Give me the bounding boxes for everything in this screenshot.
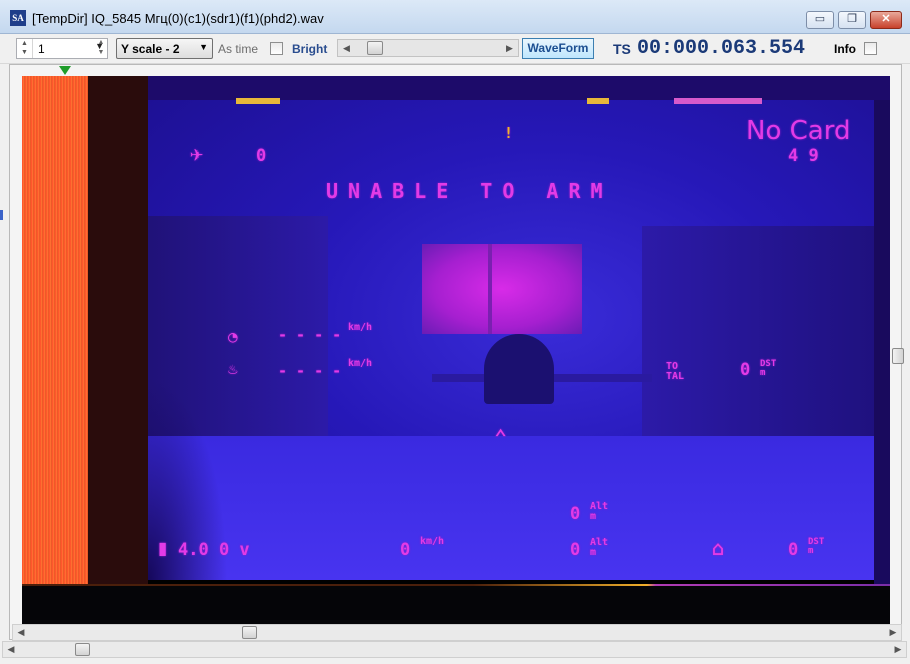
channel-value: 1 [38, 42, 45, 56]
frame-slider[interactable]: ◀ ▶ [337, 39, 519, 57]
edge-indicator [0, 210, 3, 220]
osd-speed-dashes-1: - - - - [278, 326, 342, 344]
scene-wall-right [642, 226, 874, 436]
info-label: Info [834, 42, 856, 56]
sync-pulse-bar [22, 76, 88, 586]
osd-kmh-unit-1: km/h [348, 322, 373, 333]
satellite-icon: ✈ [190, 142, 204, 167]
chevron-down-icon: ▼ [199, 42, 208, 52]
y-scale-value: Y scale - 2 [121, 42, 180, 56]
waveform-button[interactable]: WaveForm [522, 38, 594, 59]
as-time-label: As time [218, 42, 259, 56]
osd-no-card: No Card [746, 116, 851, 146]
osd-noise-bar [674, 98, 762, 104]
scroll-left-icon[interactable]: ◀ [338, 40, 355, 56]
osd-alt-value-2: 0 [570, 540, 581, 560]
osd-alt-unit-2: Alt m [590, 537, 609, 558]
osd-total: TO TAL [666, 361, 685, 382]
osd-battery: 4.0 0 v [178, 540, 250, 560]
osd-alt-value-1: 0 [570, 504, 581, 524]
blanking-area [88, 76, 148, 586]
video-frame: ✈ 0 ! No Card 4 9 UNABLE TO ARM ◔ - - - … [22, 76, 890, 626]
outer-horizontal-scrollbar[interactable]: ◀ ▶ [2, 641, 907, 658]
osd-warning-icon: ! [504, 124, 514, 142]
osd-dist-value: 0 [740, 360, 751, 380]
home-icon: ⌂ [712, 536, 725, 560]
spinner-arrows-icon[interactable]: ▲ ▼ [17, 39, 33, 58]
osd-sats: 0 [256, 146, 267, 166]
osd-kmh-unit-3: km/h [420, 536, 445, 547]
osd-kmh-unit-2: km/h [348, 358, 373, 369]
maximize-button[interactable]: ❐ [838, 11, 866, 29]
scene-window-frame [488, 244, 492, 334]
osd-alt-unit-1: Alt m [590, 501, 609, 522]
title-bar: SA [TempDir] IQ_5845 Мгц(0)(c1)(sdr1)(f1… [0, 0, 910, 34]
wind-icon: ♨ [228, 359, 238, 378]
scene-floor [148, 436, 874, 580]
ts-label: TS [613, 41, 631, 57]
info-checkbox[interactable] [864, 42, 877, 55]
scene-person [484, 334, 554, 404]
osd-home-value: 0 [788, 540, 799, 560]
bright-label: Bright [292, 42, 328, 56]
position-marker-icon[interactable] [59, 66, 71, 75]
app-icon: SA [10, 10, 26, 26]
osd-noise-bar [587, 98, 609, 104]
close-button[interactable]: ✕ [870, 11, 902, 29]
slider-thumb[interactable] [367, 41, 383, 55]
scene-window [422, 244, 582, 334]
speedometer-icon: ◔ [228, 327, 238, 346]
as-time-checkbox[interactable] [270, 42, 283, 55]
inner-horizontal-scrollbar[interactable]: ◀ ▶ [12, 624, 902, 641]
vertical-scrollbar-thumb[interactable] [892, 348, 904, 364]
spin-updown-icon[interactable]: ▲ ▼ [95, 38, 107, 59]
blanking-bottom [22, 586, 890, 626]
scroll-left-icon[interactable]: ◀ [3, 642, 19, 657]
osd-home-unit: DST m [808, 537, 825, 556]
osd-speed-dashes-2: - - - - [278, 362, 342, 380]
scroll-thumb[interactable] [242, 626, 257, 639]
osd-dist-unit: DST m [760, 359, 777, 378]
battery-icon: ▮ [156, 536, 170, 561]
minimize-button[interactable]: ▭ [806, 11, 834, 29]
frame-right-band [874, 100, 890, 586]
scroll-right-icon[interactable]: ▶ [885, 625, 901, 640]
window-title: [TempDir] IQ_5845 Мгц(0)(c1)(sdr1)(f1)(p… [32, 11, 324, 26]
toolbar: ▲ ▼ 1 ▼ ▲ ▼ Y scale - 2 ▼ As time Bright ◀… [0, 34, 910, 64]
crosshair-icon: ⌃ [494, 426, 508, 451]
scroll-left-icon[interactable]: ◀ [13, 625, 29, 640]
timestamp-value: 00:000.063.554 [637, 37, 806, 60]
scroll-right-icon[interactable]: ▶ [890, 642, 906, 657]
osd-speed-value: 0 [400, 540, 411, 560]
y-scale-select[interactable]: Y scale - 2 ▼ [116, 38, 213, 59]
scroll-right-icon[interactable]: ▶ [501, 40, 518, 56]
scroll-thumb[interactable] [75, 643, 90, 656]
frame-top-band [148, 76, 890, 100]
osd-signal: 4 9 [788, 146, 819, 166]
osd-unable-to-arm: UNABLE TO ARM [326, 179, 613, 203]
osd-noise-bar [236, 98, 280, 104]
